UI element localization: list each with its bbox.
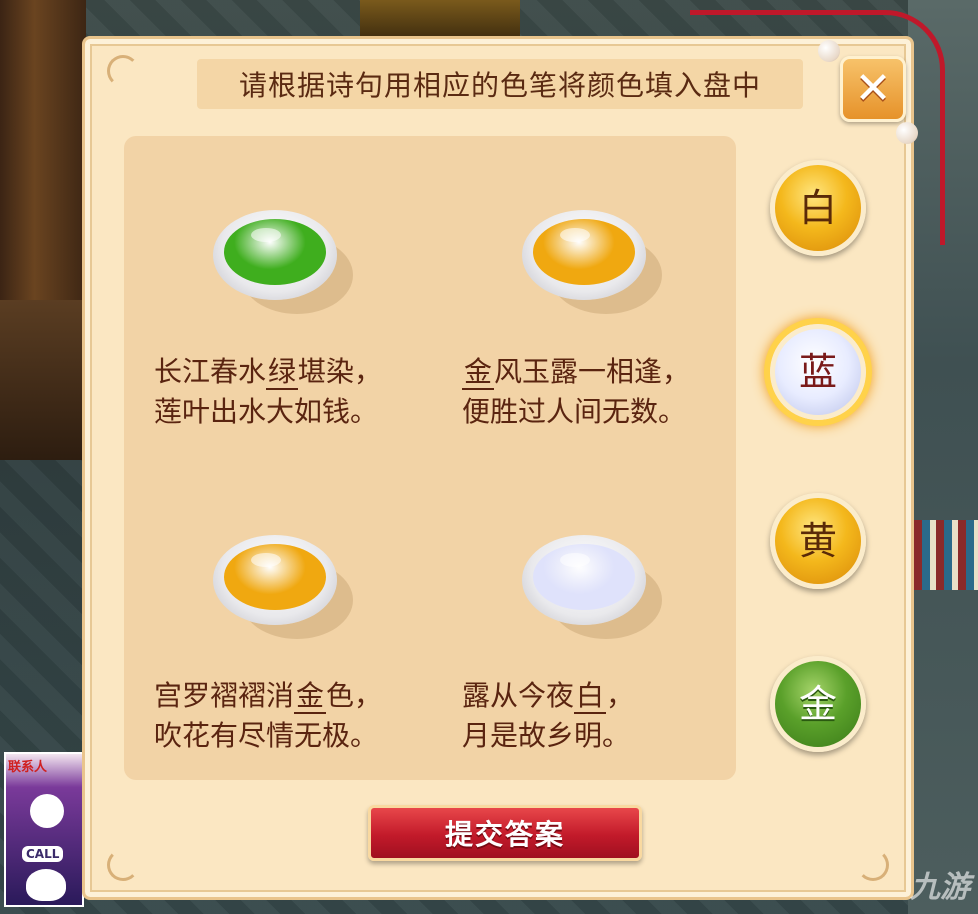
poem-3: 宫罗褶褶消金色， 吹花有尽情无极。 — [154, 676, 382, 756]
avatar-tag: 联系人 — [8, 760, 48, 775]
poem-line-1: 金风玉露一相逢， — [462, 352, 690, 392]
ghost-body-icon — [26, 869, 66, 901]
color-bowl-3[interactable] — [213, 535, 337, 625]
pen-button-white[interactable]: 白 — [770, 160, 866, 256]
close-x-icon: ✕ — [854, 63, 892, 114]
poem-text: 宫罗褶褶消 — [154, 679, 295, 712]
bowl-shine — [560, 553, 590, 567]
watermark-logo: 九游 — [910, 862, 970, 906]
poem-answer: 白 — [574, 679, 607, 714]
color-bowl-4[interactable] — [522, 535, 646, 625]
striped-cloth — [914, 520, 978, 590]
poem-2: 金风玉露一相逢， 便胜过人间无数。 — [462, 352, 690, 432]
poem-line-2: 便胜过人间无数。 — [462, 395, 687, 428]
poem-line-2: 月是故乡明。 — [462, 719, 631, 752]
poem-line-2: 吹花有尽情无极。 — [154, 719, 379, 752]
pen-button-gold[interactable]: 金 — [770, 656, 866, 752]
ghost-icon — [30, 794, 64, 828]
pen-label: 黄 — [798, 519, 837, 563]
poem-line-1: 露从今夜白， — [462, 676, 634, 716]
submit-answer-button[interactable]: 提交答案 — [368, 805, 642, 861]
poem-4: 露从今夜白， 月是故乡明。 — [462, 676, 634, 756]
poem-text: 露从今夜 — [462, 679, 575, 712]
call-label: CALL — [22, 846, 64, 862]
corner-ornament-icon — [107, 849, 139, 881]
corner-ornament-icon — [107, 55, 139, 87]
bead-ornament — [818, 40, 840, 62]
contact-avatar[interactable]: 联系人 CALL — [4, 752, 84, 907]
title-bar: 请根据诗句用相应的色笔将颜色填入盘中 — [197, 59, 803, 109]
poem-line-1: 长江春水绿堪染， — [154, 352, 382, 392]
poem-text: ， — [606, 679, 635, 712]
golden-statue — [360, 0, 520, 40]
pen-button-blue[interactable]: 蓝 — [770, 324, 866, 420]
poem-answer: 金 — [462, 355, 495, 390]
poem-line-1: 宫罗褶褶消金色， — [154, 676, 382, 716]
corner-ornament-icon — [857, 849, 889, 881]
submit-label: 提交答案 — [444, 818, 565, 851]
poem-text: 长江春水 — [154, 355, 267, 388]
bowl-shine — [251, 553, 281, 567]
bowl-shine — [560, 228, 590, 242]
close-button[interactable]: ✕ — [840, 56, 906, 122]
poem-text: 堪染， — [298, 355, 383, 388]
poem-text: 色， — [326, 679, 383, 712]
poem-answer: 金 — [294, 679, 327, 714]
pen-label: 蓝 — [798, 350, 837, 394]
bowl-shine — [251, 228, 281, 242]
color-bowl-2[interactable] — [522, 210, 646, 300]
poem-text: 风玉露一相逢， — [494, 355, 691, 388]
panel-title: 请根据诗句用相应的色笔将颜色填入盘中 — [238, 69, 761, 102]
color-bowl-1[interactable] — [213, 210, 337, 300]
poem-answer: 绿 — [266, 355, 299, 390]
poem-1: 长江春水绿堪染， 莲叶出水大如钱。 — [154, 352, 382, 432]
pen-button-yellow[interactable]: 黄 — [770, 493, 866, 589]
bead-ornament — [896, 122, 918, 144]
poem-line-2: 莲叶出水大如钱。 — [154, 395, 379, 428]
watermark-text: 九游 — [910, 870, 970, 905]
pen-label: 金 — [798, 682, 837, 726]
pen-label: 白 — [798, 186, 837, 230]
